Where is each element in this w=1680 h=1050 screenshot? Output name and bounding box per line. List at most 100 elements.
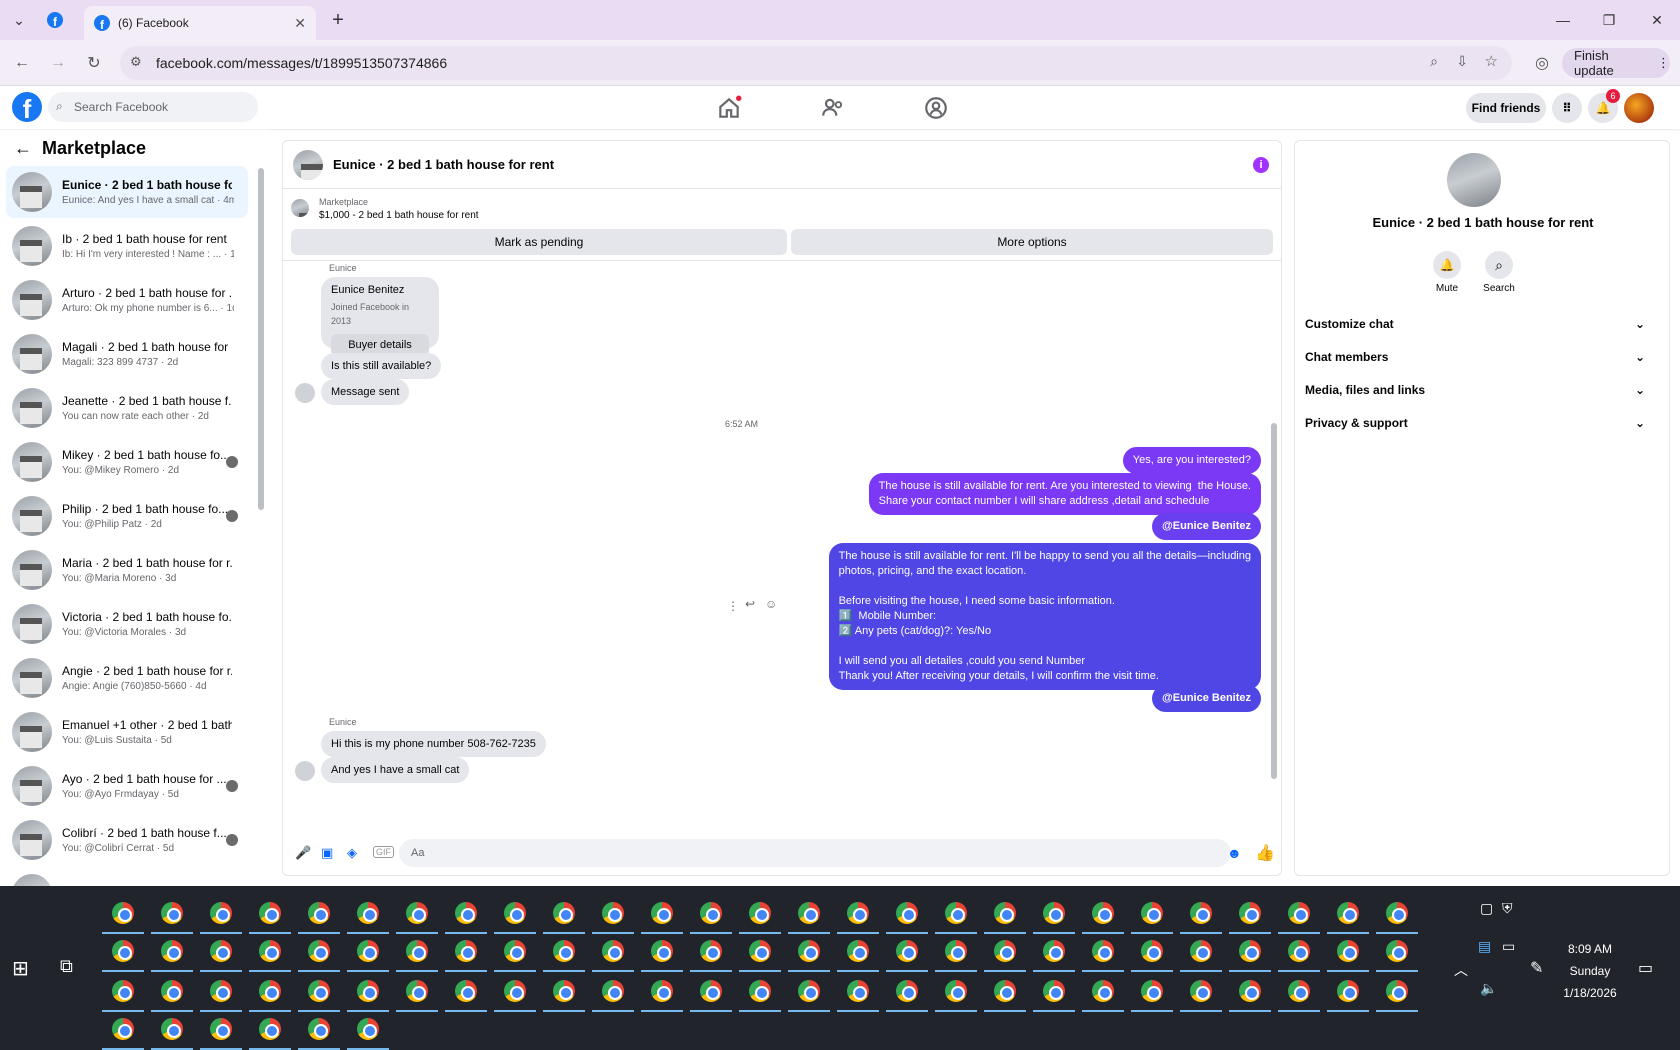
- pen-icon[interactable]: ✎: [1530, 958, 1543, 978]
- taskbar-chrome-icon[interactable]: [1333, 898, 1363, 928]
- chat-thumbnail[interactable]: [293, 149, 323, 180]
- taskbar-chrome-icon[interactable]: [1333, 976, 1363, 1006]
- account-avatar[interactable]: [1624, 93, 1654, 123]
- photo-icon[interactable]: ▣: [321, 845, 333, 861]
- taskbar-chrome-icon[interactable]: [108, 1014, 138, 1044]
- taskbar-chrome-icon[interactable]: [255, 898, 285, 928]
- taskbar-chrome-icon[interactable]: [255, 976, 285, 1006]
- taskbar-chrome-icon[interactable]: [1284, 898, 1314, 928]
- menu-grid-icon[interactable]: ⠿: [1552, 93, 1582, 123]
- taskbar-chrome-icon[interactable]: [941, 936, 971, 966]
- taskbar-chrome-icon[interactable]: [1088, 936, 1118, 966]
- url-bar[interactable]: ⚙ facebook.com/messages/t/18995135073748…: [120, 46, 1512, 80]
- taskbar-chrome-icon[interactable]: [745, 936, 775, 966]
- taskbar-chrome-icon[interactable]: [1333, 936, 1363, 966]
- taskbar-chrome-icon[interactable]: [451, 898, 481, 928]
- conversation-item[interactable]: Maria · 2 bed 1 bath house for r... You: …: [6, 544, 248, 596]
- taskbar-chrome-icon[interactable]: [892, 936, 922, 966]
- mute-bell-icon[interactable]: 🔔: [1433, 251, 1461, 279]
- taskbar-chrome-icon[interactable]: [157, 976, 187, 1006]
- close-window-icon[interactable]: ✕: [1634, 0, 1680, 40]
- taskbar-chrome-icon[interactable]: [353, 1014, 383, 1044]
- taskbar-chrome-icon[interactable]: [598, 936, 628, 966]
- taskbar-chrome-icon[interactable]: [1137, 936, 1167, 966]
- profile-icon[interactable]: ◎: [1530, 51, 1554, 75]
- reply-icon[interactable]: ↩: [745, 597, 755, 611]
- taskbar-chrome-icon[interactable]: [647, 936, 677, 966]
- message-bubble[interactable]: And yes I have a small cat: [321, 757, 470, 783]
- zoom-icon[interactable]: ⌕: [1430, 53, 1438, 70]
- taskbar-chrome-icon[interactable]: [696, 936, 726, 966]
- taskbar-chrome-icon[interactable]: [353, 936, 383, 966]
- taskbar-chrome-icon[interactable]: [304, 898, 334, 928]
- new-tab-icon[interactable]: +: [318, 0, 358, 40]
- listing-price[interactable]: $1,000 - 2 bed 1 bath house for rent: [319, 210, 479, 221]
- facebook-logo-icon[interactable]: f: [12, 92, 42, 122]
- thread-scrollbar[interactable]: [1271, 423, 1277, 779]
- task-view-icon[interactable]: ⧉: [60, 956, 73, 977]
- conversation-item[interactable]: Colibrí · 2 bed 1 bath house f... You: @C…: [6, 814, 248, 866]
- taskbar-chrome-icon[interactable]: [1039, 936, 1069, 966]
- taskbar-chrome-icon[interactable]: [304, 976, 334, 1006]
- mark-as-pending-button[interactable]: Mark as pending: [291, 229, 787, 255]
- more-options-button[interactable]: More options: [791, 229, 1273, 255]
- clock[interactable]: 8:09 AM Sunday 1/18/2026: [1560, 938, 1620, 1004]
- gif-icon[interactable]: GIF: [373, 846, 394, 858]
- taskbar-chrome-icon[interactable]: [1088, 898, 1118, 928]
- taskbar-chrome-icon[interactable]: [451, 936, 481, 966]
- taskbar-chrome-icon[interactable]: [1088, 976, 1118, 1006]
- taskbar-chrome-icon[interactable]: [892, 898, 922, 928]
- listing-image[interactable]: [1447, 153, 1501, 207]
- taskbar-chrome-icon[interactable]: [353, 898, 383, 928]
- security-shield-icon[interactable]: ⛨: [1502, 900, 1513, 917]
- pinned-tab-facebook-icon[interactable]: f: [47, 12, 63, 28]
- taskbar-chrome-icon[interactable]: [402, 936, 432, 966]
- outgoing-bubble[interactable]: The house is still available for rent. I…: [828, 543, 1261, 690]
- groups-icon[interactable]: [923, 95, 949, 121]
- taskbar-chrome-icon[interactable]: [206, 898, 236, 928]
- conversation-item[interactable]: Magali · 2 bed 1 bath house for ... Magal…: [6, 328, 248, 380]
- search-chat-icon[interactable]: ⌕: [1485, 251, 1513, 279]
- taskbar-chrome-icon[interactable]: [206, 976, 236, 1006]
- more-actions-icon[interactable]: ⋮: [727, 599, 739, 613]
- section-customize-chat[interactable]: Customize chat ⌄: [1305, 309, 1645, 339]
- conversation-item[interactable]: Ib · 2 bed 1 bath house for rent Ib: Hi I…: [6, 220, 248, 272]
- facebook-search-input[interactable]: ⌕ Search Facebook: [48, 92, 258, 122]
- taskbar-chrome-icon[interactable]: [1284, 976, 1314, 1006]
- taskbar-chrome-icon[interactable]: [157, 936, 187, 966]
- taskbar-chrome-icon[interactable]: [1137, 898, 1167, 928]
- section-media-files-links[interactable]: Media, files and links ⌄: [1305, 375, 1645, 405]
- taskbar-chrome-icon[interactable]: [500, 898, 530, 928]
- outgoing-bubble[interactable]: Yes, are you interested?: [1122, 447, 1261, 474]
- friends-icon[interactable]: [820, 95, 846, 121]
- find-friends-button[interactable]: Find friends: [1466, 93, 1546, 123]
- taskbar-chrome-icon[interactable]: [745, 898, 775, 928]
- taskbar-chrome-icon[interactable]: [1382, 976, 1412, 1006]
- bookmark-star-icon[interactable]: ☆: [1485, 52, 1498, 70]
- notification-center-icon[interactable]: ▭: [1638, 958, 1653, 978]
- taskbar-chrome-icon[interactable]: [1235, 936, 1265, 966]
- conversation-item[interactable]: Victoria · 2 bed 1 bath house fo... You: …: [6, 598, 248, 650]
- taskbar-chrome-icon[interactable]: [157, 1014, 187, 1044]
- taskbar-chrome-icon[interactable]: [1186, 898, 1216, 928]
- taskbar-chrome-icon[interactable]: [598, 898, 628, 928]
- taskbar-chrome-icon[interactable]: [1137, 976, 1167, 1006]
- taskbar-chrome-icon[interactable]: [941, 976, 971, 1006]
- back-icon[interactable]: ←: [10, 51, 34, 75]
- section-privacy-support[interactable]: Privacy & support ⌄: [1305, 408, 1645, 438]
- conversation-item[interactable]: Emanuel +1 other · 2 bed 1 bath... You: @…: [6, 706, 248, 758]
- taskbar-chrome-icon[interactable]: [206, 936, 236, 966]
- conversation-item[interactable]: Arturo · 2 bed 1 bath house for ... Artur…: [6, 274, 248, 326]
- message-input[interactable]: Aa: [399, 839, 1231, 867]
- volume-icon[interactable]: 🔈: [1480, 980, 1497, 997]
- finish-update-button[interactable]: Finish update ⋮: [1562, 48, 1670, 78]
- taskbar-chrome-icon[interactable]: [990, 898, 1020, 928]
- taskbar-chrome-icon[interactable]: [304, 1014, 334, 1044]
- taskbar-chrome-icon[interactable]: [451, 976, 481, 1006]
- taskbar-chrome-icon[interactable]: [304, 936, 334, 966]
- taskbar-chrome-icon[interactable]: [1039, 976, 1069, 1006]
- sender-avatar[interactable]: [295, 761, 315, 781]
- taskbar-chrome-icon[interactable]: [353, 976, 383, 1006]
- taskbar-chrome-icon[interactable]: [108, 898, 138, 928]
- taskbar-chrome-icon[interactable]: [745, 976, 775, 1006]
